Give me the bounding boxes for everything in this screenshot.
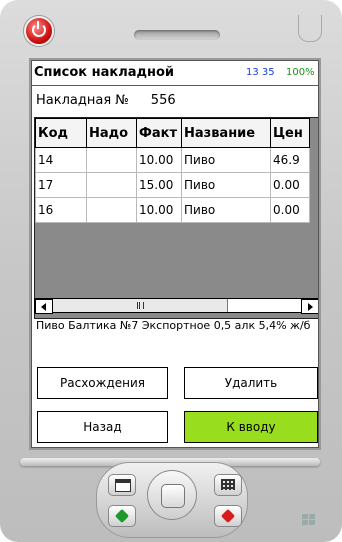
item-description: Пиво Балтика №7 Экспортное 0,5 алк 5,4% …	[36, 319, 311, 332]
cell-actual: 10.00	[136, 147, 182, 173]
device-bottom-bezel	[0, 450, 342, 542]
table-row[interactable]: 16 10.00 Пиво 0.00	[35, 197, 310, 223]
grid-icon	[221, 479, 235, 490]
logo-pane	[309, 513, 315, 520]
device-corner-decoration	[298, 15, 322, 42]
cell-price: 0.00	[270, 197, 310, 223]
cell-price: 0.00	[270, 172, 310, 198]
column-header-price[interactable]: Цен	[270, 118, 310, 148]
cell-code: 17	[35, 172, 87, 198]
start-menu-hardware-button[interactable]	[108, 474, 136, 496]
call-button[interactable]	[108, 505, 136, 527]
status-battery: 100%	[286, 67, 315, 78]
cell-code: 16	[35, 197, 87, 223]
horizontal-scrollbar[interactable]	[34, 298, 318, 314]
invoice-items-grid[interactable]: Код Надо Факт Название Цен 14 10.00 Пиво…	[34, 117, 318, 319]
cell-required	[86, 197, 137, 223]
cell-price: 46.9	[270, 147, 310, 173]
scroll-right-button[interactable]	[301, 299, 318, 314]
logo-pane	[302, 513, 308, 520]
power-icon[interactable]	[24, 16, 54, 46]
cell-code: 14	[35, 147, 87, 173]
arrow-left-icon	[41, 303, 46, 311]
end-call-button[interactable]	[214, 505, 242, 527]
status-time: 13 35	[246, 67, 275, 78]
column-header-actual[interactable]: Факт	[136, 118, 182, 148]
cell-required	[86, 147, 137, 173]
items-table: Код Надо Факт Название Цен 14 10.00 Пиво…	[35, 118, 310, 223]
window-title: Список накладной	[34, 65, 175, 80]
invoice-number-row: Накладная № 556	[36, 93, 176, 108]
phone-call-icon	[114, 508, 130, 524]
title-bar: Список накладной 13 35 100%	[32, 61, 318, 86]
table-row[interactable]: 17 15.00 Пиво 0.00	[35, 172, 310, 198]
table-header-row: Код Надо Факт Название Цен	[35, 118, 310, 148]
logo-pane	[309, 519, 315, 526]
power-glyph-line	[37, 21, 39, 29]
dpad-center-button[interactable]	[161, 484, 185, 508]
arrow-right-icon	[308, 303, 313, 311]
table-row[interactable]: 14 10.00 Пиво 46.9	[35, 147, 310, 173]
back-button[interactable]: Назад	[37, 411, 168, 443]
cell-name: Пиво	[181, 197, 271, 223]
logo-pane	[302, 519, 308, 526]
cell-name: Пиво	[181, 172, 271, 198]
cell-actual: 15.00	[136, 172, 182, 198]
column-header-name[interactable]: Название	[181, 118, 271, 148]
grid-hardware-button[interactable]	[214, 474, 242, 496]
column-header-required[interactable]: Надо	[86, 118, 137, 148]
scroll-thumb[interactable]	[53, 299, 228, 312]
invoice-number: 556	[150, 93, 176, 108]
speaker-grille	[134, 30, 220, 40]
dpad[interactable]	[147, 470, 197, 520]
calendar-icon	[115, 479, 131, 492]
discrepancies-button[interactable]: Расхождения	[37, 367, 168, 399]
scroll-left-button[interactable]	[35, 299, 53, 314]
grip-icon	[137, 302, 144, 309]
cell-actual: 10.00	[136, 197, 182, 223]
windows-logo-icon	[302, 513, 318, 528]
delete-button[interactable]: Удалить	[184, 367, 318, 399]
invoice-label: Накладная №	[36, 93, 129, 108]
pda-device: Список накладной 13 35 100% Накладная № 5…	[0, 0, 342, 542]
cell-name: Пиво	[181, 147, 271, 173]
phone-end-icon	[220, 508, 236, 524]
column-header-code[interactable]: Код	[35, 118, 87, 148]
to-input-button[interactable]: К вводу	[184, 411, 318, 443]
power-glyph	[32, 23, 46, 37]
device-top-bezel	[0, 0, 342, 58]
cell-required	[86, 172, 137, 198]
screen: Список накладной 13 35 100% Накладная № 5…	[31, 60, 319, 448]
